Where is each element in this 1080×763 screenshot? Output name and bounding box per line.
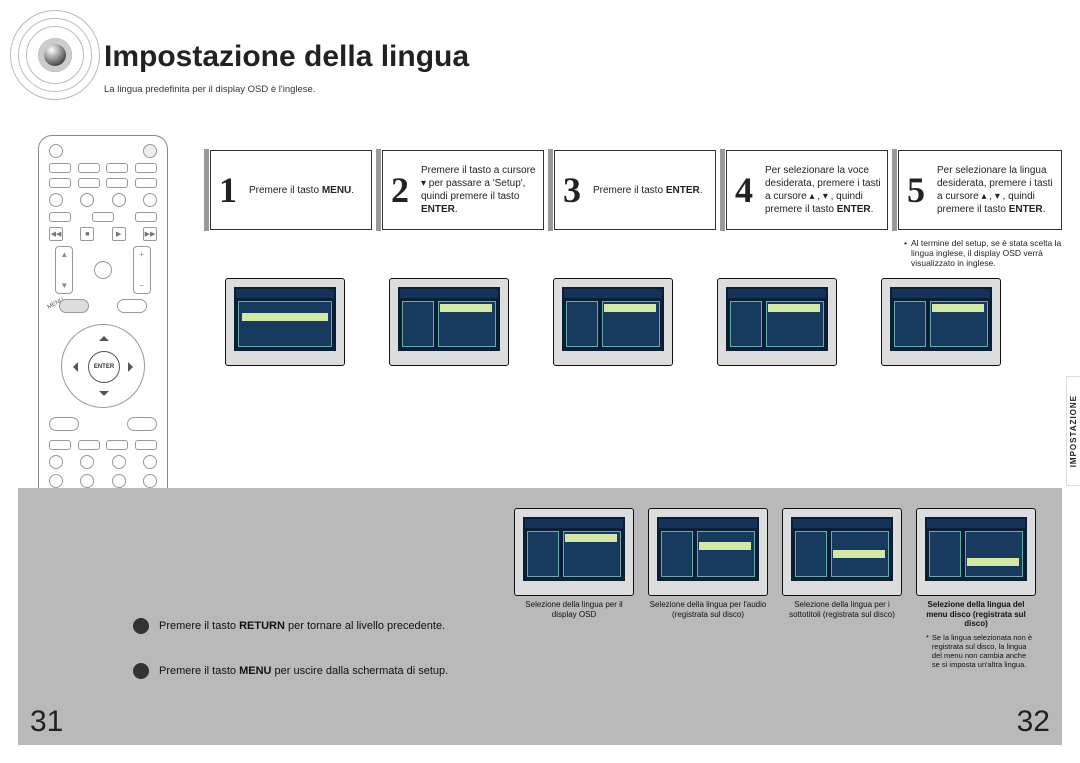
caption: Selezione della lingua per i sottotitoli… [782, 600, 902, 619]
screenshot-step-5 [881, 278, 1001, 366]
step-screenshots-row [225, 278, 1001, 366]
step-number: 2 [391, 169, 409, 211]
manual-spread: Impostazione della lingua La lingua pred… [0, 0, 1080, 763]
screenshot-audio-lang [648, 508, 768, 596]
step-number: 5 [907, 169, 925, 211]
footnote: Se la lingua selezionata non è registrat… [916, 633, 1036, 669]
language-option-screenshots: Selezione della lingua per il display OS… [514, 508, 1036, 669]
bullet-icon [133, 663, 149, 679]
step-text: Per selezionare la voce desiderata, prem… [765, 164, 881, 216]
caption: Selezione della lingua per il display OS… [514, 600, 634, 619]
remote-enter-button: ENTER [88, 351, 120, 383]
section-tab: IMPOSTAZIONE [1066, 376, 1080, 486]
step-4: 4 Per selezionare la voce desiderata, pr… [726, 150, 888, 230]
note-return: Premere il tasto RETURN per tornare al l… [133, 618, 445, 634]
step-5: 5 Per selezionare la lingua desiderata, … [898, 150, 1062, 230]
screenshot-step-2 [389, 278, 509, 366]
page-title: Impostazione della lingua [104, 40, 469, 74]
screenshot-step-4 [717, 278, 837, 366]
note-menu: Premere il tasto MENU per uscire dalla s… [133, 663, 448, 679]
page-number-left: 31 [30, 705, 63, 739]
step-number: 3 [563, 169, 581, 211]
bullet-icon [133, 618, 149, 634]
step-2: 2 Premere il tasto a cursore ▾ per passa… [382, 150, 544, 230]
page-number-right: 32 [1017, 705, 1050, 739]
bottom-area: Premere il tasto RETURN per tornare al l… [18, 488, 1062, 745]
caption: Selezione della lingua per l'audio (regi… [648, 600, 768, 619]
step-text: Premere il tasto ENTER. [593, 184, 703, 197]
screenshot-osd-lang [514, 508, 634, 596]
step-number: 4 [735, 169, 753, 211]
step-text: Premere il tasto MENU. [249, 184, 354, 197]
step-5-note: Al termine del setup, se è stata scelta … [898, 234, 1062, 272]
screenshot-discmenu-lang [916, 508, 1036, 596]
steps-row: 1 Premere il tasto MENU. 2 Premere il ta… [210, 150, 1062, 272]
page-subtitle: La lingua predefinita per il display OSD… [104, 84, 315, 95]
step-3: 3 Premere il tasto ENTER. [554, 150, 716, 230]
remote-dpad: ENTER [61, 324, 145, 408]
screenshot-step-1 [225, 278, 345, 366]
caption: Selezione della lingua del menu disco (r… [916, 600, 1036, 629]
step-number: 1 [219, 169, 237, 211]
screenshot-step-3 [553, 278, 673, 366]
step-text: Per selezionare la lingua desiderata, pr… [937, 164, 1055, 216]
step-1: 1 Premere il tasto MENU. [210, 150, 372, 230]
speaker-decoration [10, 10, 100, 100]
screenshot-subtitle-lang [782, 508, 902, 596]
step-text: Premere il tasto a cursore ▾ per passare… [421, 164, 537, 216]
